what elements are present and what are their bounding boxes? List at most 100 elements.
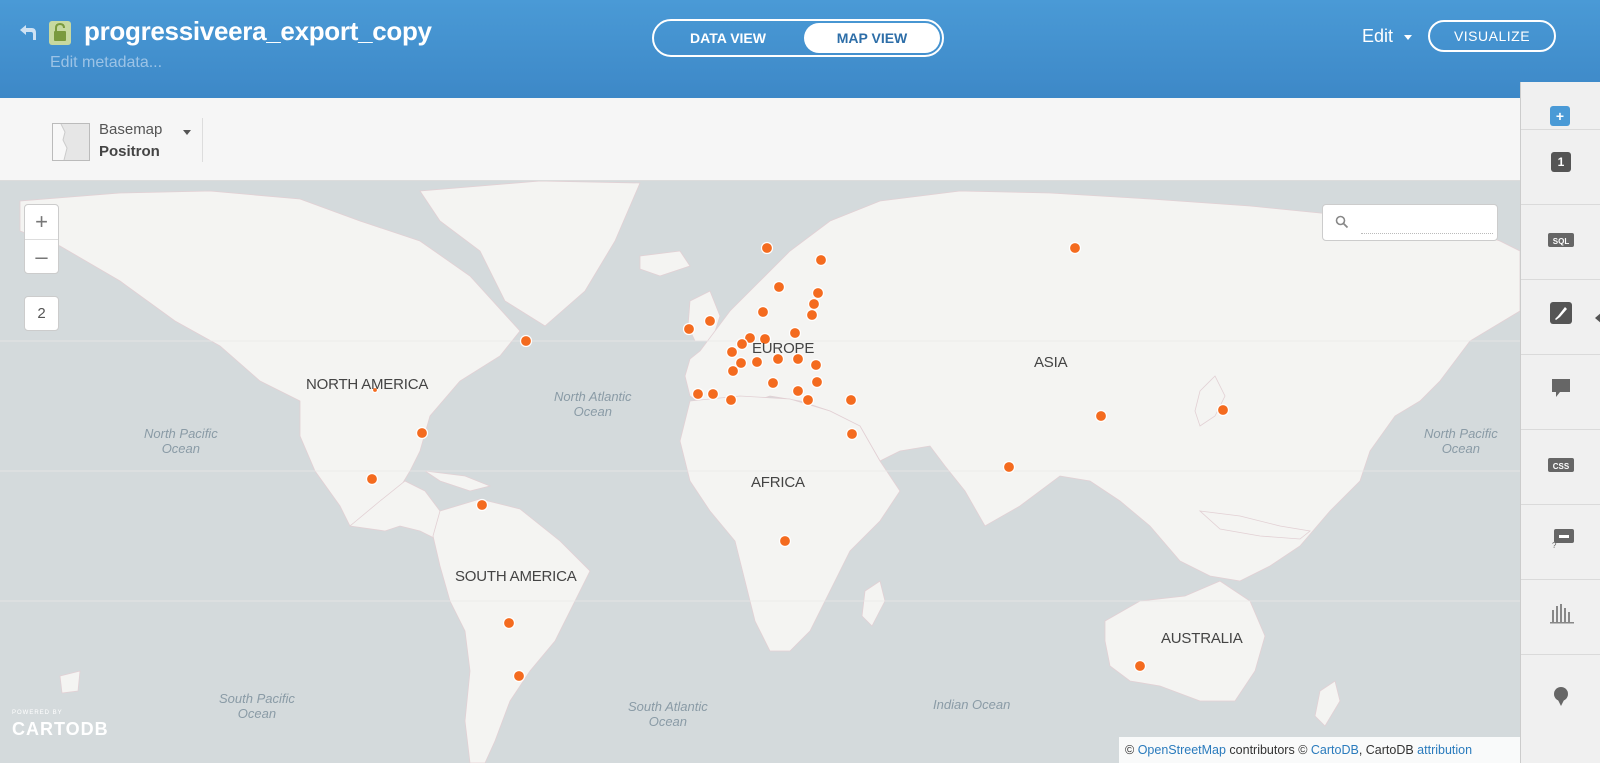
data-point-marker[interactable] — [809, 358, 823, 372]
css-tab[interactable]: CSS — [1521, 430, 1600, 505]
data-point-marker[interactable] — [766, 376, 780, 390]
data-point-marker[interactable] — [810, 375, 824, 389]
ocean-label-line: Ocean — [161, 441, 200, 456]
toolbar-divider — [202, 118, 203, 162]
data-point-marker[interactable] — [772, 280, 786, 294]
zoom-level-indicator: 2 — [24, 296, 59, 331]
data-point-marker[interactable] — [1068, 241, 1082, 255]
infowindow-tab[interactable] — [1521, 355, 1600, 430]
svg-text:CSS: CSS — [1553, 462, 1570, 471]
map-canvas[interactable]: + – 2 NORTH AMERICA EUROPE ASIA AFRICA S… — [0, 181, 1520, 763]
css-icon: CSS — [1548, 458, 1574, 472]
ocean-label-line: South Pacific — [219, 691, 295, 706]
data-point-marker[interactable] — [814, 253, 828, 267]
attribution-text: © — [1125, 743, 1138, 757]
data-point-marker[interactable] — [365, 472, 379, 486]
basemap-value[interactable]: Positron — [99, 143, 160, 160]
label-asia: ASIA — [1034, 354, 1068, 371]
data-point-marker[interactable] — [811, 286, 825, 300]
label-north-america: NORTH AMERICA — [306, 376, 429, 393]
data-point-marker[interactable] — [778, 534, 792, 548]
annotation-tab[interactable] — [1521, 655, 1600, 730]
svg-text:SQL: SQL — [1553, 237, 1570, 246]
filter-icon — [1550, 604, 1574, 624]
data-point-marker[interactable] — [475, 498, 489, 512]
data-point-marker[interactable] — [1216, 403, 1230, 417]
ocean-label-line: Ocean — [237, 706, 277, 721]
data-point-marker[interactable] — [512, 669, 526, 683]
data-point-marker[interactable] — [706, 387, 720, 401]
map-attribution: © OpenStreetMap contributors © CartoDB, … — [1119, 737, 1520, 763]
layer-tab[interactable]: 1 — [1521, 130, 1600, 205]
attribution-link[interactable]: attribution — [1417, 743, 1472, 757]
sql-tab[interactable]: SQL — [1521, 205, 1600, 280]
layer-side-panel: + 1 SQL CSS ? — [1520, 82, 1600, 763]
ocean-label-line: North Atlantic — [554, 389, 632, 404]
edit-metadata-link[interactable]: Edit metadata... — [50, 54, 162, 72]
data-point-marker[interactable] — [1133, 659, 1147, 673]
add-layer-tab[interactable]: + — [1521, 82, 1600, 130]
data-point-marker[interactable] — [791, 384, 805, 398]
data-view-tab[interactable]: DATA VIEW — [658, 23, 798, 53]
data-point-marker[interactable] — [735, 337, 749, 351]
osm-link[interactable]: OpenStreetMap — [1138, 743, 1226, 757]
data-point-marker[interactable] — [502, 616, 516, 630]
label-australia: AUSTRALIA — [1161, 630, 1243, 647]
legend-tab[interactable]: ? — [1521, 505, 1600, 580]
map-view-tab[interactable]: MAP VIEW — [804, 23, 940, 53]
basemap-label: Basemap — [99, 121, 163, 138]
data-point-marker[interactable] — [682, 322, 696, 336]
label-south-america: SOUTH AMERICA — [455, 568, 577, 585]
filter-tab[interactable] — [1521, 580, 1600, 655]
caret-down-icon — [1404, 34, 1413, 40]
attribution-text: contributors © — [1225, 743, 1311, 757]
wizard-tab[interactable] — [1521, 280, 1600, 355]
zoom-in-button[interactable]: + — [25, 205, 58, 240]
data-point-marker[interactable] — [760, 241, 774, 255]
ocean-label-line: Ocean — [573, 404, 612, 419]
data-point-marker[interactable] — [801, 393, 815, 407]
data-point-marker[interactable] — [703, 314, 717, 328]
data-point-marker[interactable] — [844, 393, 858, 407]
add-layer-icon[interactable]: + — [1550, 106, 1570, 126]
data-point-marker[interactable] — [788, 326, 802, 340]
back-arrow-icon[interactable] — [16, 22, 38, 44]
data-point-marker[interactable] — [726, 364, 740, 378]
data-point-marker[interactable] — [1094, 409, 1108, 423]
view-toggle: DATA VIEW MAP VIEW — [652, 19, 944, 57]
layer-number-badge: 1 — [1551, 152, 1571, 172]
label-europe: EUROPE — [752, 340, 815, 357]
map-search-input[interactable] — [1361, 213, 1493, 234]
attribution-text: , CartoDB — [1358, 743, 1418, 757]
cartodb-logo[interactable]: CARTODB — [12, 719, 109, 740]
map-search-box — [1322, 204, 1498, 241]
data-point-marker[interactable] — [1002, 460, 1016, 474]
basemap-thumbnail[interactable] — [52, 123, 90, 161]
zoom-control: + – — [24, 204, 59, 274]
cartodb-link[interactable]: CartoDB — [1311, 743, 1359, 757]
lock-open-icon[interactable] — [49, 21, 71, 45]
annotation-icon — [1554, 687, 1568, 706]
ocean-label-line: North Pacific — [144, 426, 218, 441]
ocean-label-south-atlantic: South Atlantic Ocean — [628, 699, 708, 729]
data-point-marker[interactable] — [807, 297, 821, 311]
data-point-marker[interactable] — [415, 426, 429, 440]
ocean-label-line: South Atlantic — [628, 699, 708, 714]
caret-down-icon[interactable] — [183, 130, 191, 135]
data-point-marker[interactable] — [725, 345, 739, 359]
data-point-marker[interactable] — [756, 305, 770, 319]
label-africa: AFRICA — [751, 474, 805, 491]
edit-menu[interactable]: Edit — [1362, 26, 1413, 47]
data-point-marker[interactable] — [845, 427, 859, 441]
search-icon — [1335, 215, 1349, 229]
sql-icon: SQL — [1548, 233, 1574, 247]
data-point-marker[interactable] — [750, 355, 764, 369]
data-point-marker[interactable] — [805, 308, 819, 322]
map-toolbar: Basemap Positron — [0, 98, 1520, 181]
data-point-marker[interactable] — [519, 334, 533, 348]
zoom-out-button[interactable]: – — [25, 240, 58, 274]
visualize-button[interactable]: VISUALIZE — [1428, 20, 1556, 52]
data-point-marker[interactable] — [691, 387, 705, 401]
dataset-title[interactable]: progressiveera_export_copy — [84, 16, 432, 47]
data-point-marker[interactable] — [724, 393, 738, 407]
